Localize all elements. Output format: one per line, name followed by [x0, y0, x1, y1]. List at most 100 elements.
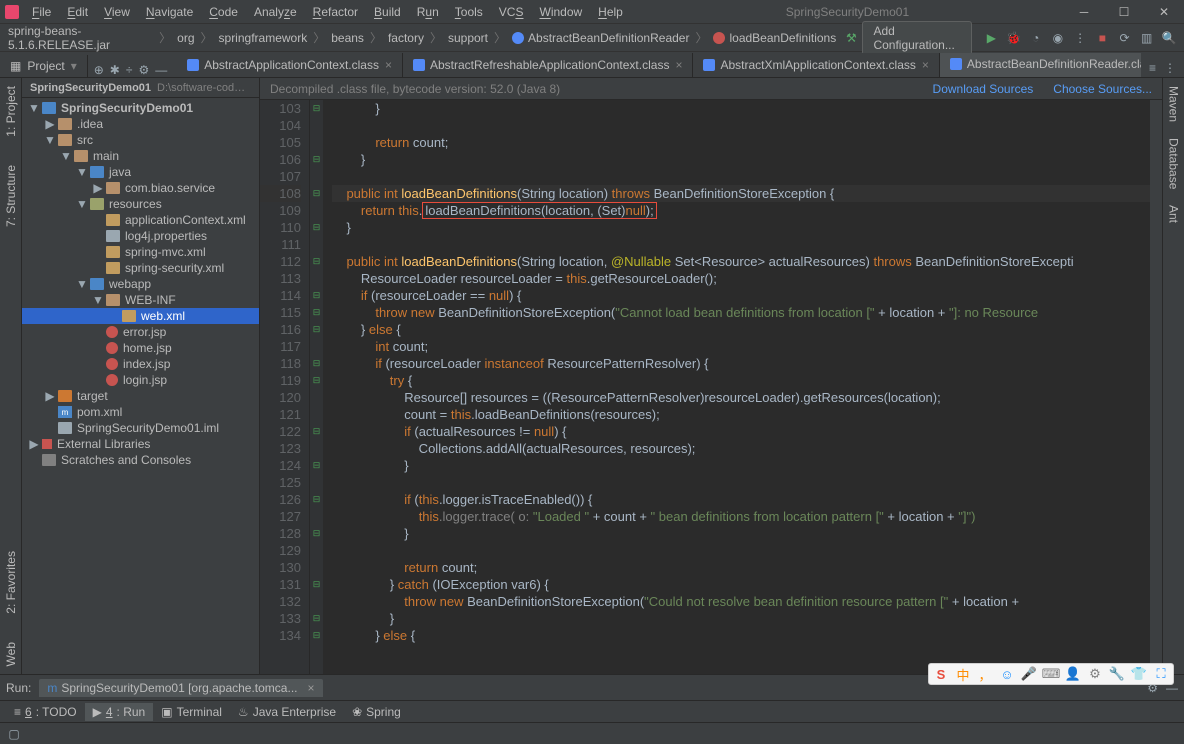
profiler-icon[interactable]: ◉ — [1049, 27, 1067, 49]
node-idea[interactable]: ▶.idea — [22, 116, 259, 132]
ime-emoji-icon[interactable]: ☺ — [999, 666, 1015, 682]
node-webapp[interactable]: ▼webapp — [22, 276, 259, 292]
close-button[interactable]: ✕ — [1144, 0, 1184, 24]
maximize-button[interactable]: ☐ — [1104, 0, 1144, 24]
menu-build[interactable]: Build — [366, 2, 409, 22]
menu-tools[interactable]: Tools — [447, 2, 491, 22]
foot-javaee[interactable]: ♨Java Enterprise — [230, 703, 344, 721]
menu-file[interactable]: File — [24, 2, 59, 22]
foot-run[interactable]: ▶4: Run — [85, 703, 154, 721]
node-java[interactable]: ▼java — [22, 164, 259, 180]
side-structure[interactable]: 7: Structure — [2, 157, 20, 235]
debug-icon[interactable]: 🐞 — [1004, 27, 1022, 49]
ime-keyboard-icon[interactable]: ⌨ — [1043, 666, 1059, 682]
side-favorites[interactable]: 2: Favorites — [2, 543, 20, 622]
ime-grid-icon[interactable]: ⛶ — [1153, 666, 1169, 682]
node-iml[interactable]: SpringSecurityDemo01.iml — [22, 420, 259, 436]
side-ant[interactable]: Ant — [1165, 197, 1183, 231]
node-indexjsp[interactable]: index.jsp — [22, 356, 259, 372]
stop-icon[interactable]: ■ — [1093, 27, 1111, 49]
run-icon[interactable]: ▶ — [982, 27, 1000, 49]
menu-edit[interactable]: Edit — [59, 2, 96, 22]
ime-skin-icon[interactable]: 👕 — [1131, 666, 1147, 682]
choose-sources-link[interactable]: Choose Sources... — [1053, 82, 1152, 96]
foot-spring[interactable]: ❀Spring — [344, 703, 409, 721]
menu-refactor[interactable]: Refactor — [305, 2, 366, 22]
build-hammer-icon[interactable]: ⚒ — [842, 27, 860, 49]
crumb-jar[interactable]: spring-beans-5.1.6.RELEASE.jar — [4, 24, 157, 52]
node-extlib[interactable]: ▶External Libraries — [22, 436, 259, 452]
close-run-tab-icon[interactable]: × — [307, 681, 314, 695]
tab-abstractbeandefinitionreader[interactable]: AbstractBeanDefinitionReader.class× — [940, 53, 1141, 77]
close-tab-icon[interactable]: × — [675, 58, 682, 72]
crumb-beans[interactable]: beans — [327, 31, 368, 45]
ime-punct-icon[interactable]: ， — [977, 666, 993, 682]
side-maven[interactable]: Maven — [1165, 78, 1183, 130]
crumb-method[interactable]: loadBeanDefinitions — [709, 31, 840, 45]
node-springsec[interactable]: spring-security.xml — [22, 260, 259, 276]
project-tool-label[interactable]: ▦ Project ▾ — [0, 55, 88, 77]
node-scratches[interactable]: Scratches and Consoles — [22, 452, 259, 468]
crumb-springframework[interactable]: springframework — [215, 31, 312, 45]
collapse-all-icon[interactable]: ÷ — [126, 63, 133, 77]
node-log4j[interactable]: log4j.properties — [22, 228, 259, 244]
coverage-icon[interactable]: ◔ — [1027, 27, 1045, 49]
crumb-support[interactable]: support — [444, 31, 492, 45]
node-package[interactable]: ▶com.biao.service — [22, 180, 259, 196]
foot-terminal[interactable]: ▣Terminal — [153, 703, 230, 721]
foot-todo[interactable]: ≡6: TODO — [6, 703, 85, 721]
tab-abstractxml[interactable]: AbstractXmlApplicationContext.class× — [693, 53, 939, 77]
select-opened-icon[interactable]: ⊕ — [94, 63, 104, 77]
status-tool-windows-icon[interactable]: ▢ — [4, 725, 24, 743]
node-homejsp[interactable]: home.jsp — [22, 340, 259, 356]
side-project[interactable]: 1: Project — [2, 78, 20, 145]
node-webinf[interactable]: ▼WEB-INF — [22, 292, 259, 308]
search-icon[interactable]: 🔍 — [1160, 27, 1178, 49]
node-target[interactable]: ▶target — [22, 388, 259, 404]
crumb-org[interactable]: org — [173, 31, 198, 45]
menu-view[interactable]: View — [96, 2, 138, 22]
show-all-tabs-icon[interactable]: ≡ — [1145, 59, 1160, 77]
ime-logo-icon[interactable]: S — [933, 666, 949, 682]
node-root[interactable]: ▼SpringSecurityDemo01 — [22, 100, 259, 116]
node-main[interactable]: ▼main — [22, 148, 259, 164]
menu-help[interactable]: Help — [590, 2, 631, 22]
crumb-factory[interactable]: factory — [384, 31, 428, 45]
node-errorjsp[interactable]: error.jsp — [22, 324, 259, 340]
ime-mic-icon[interactable]: 🎤 — [1021, 666, 1037, 682]
hide-icon[interactable]: — — [155, 63, 167, 77]
crumb-class[interactable]: AbstractBeanDefinitionReader — [508, 31, 693, 45]
run-tab[interactable]: m SpringSecurityDemo01 [org.apache.tomca… — [39, 679, 322, 697]
node-loginjsp[interactable]: login.jsp — [22, 372, 259, 388]
code-area[interactable]: } return count; } public int loadBeanDef… — [324, 100, 1150, 674]
minimize-button[interactable]: ─ — [1064, 0, 1104, 24]
menu-vcs[interactable]: VCS — [491, 2, 532, 22]
menu-window[interactable]: Window — [531, 2, 590, 22]
ime-user-icon[interactable]: 👤 — [1065, 666, 1081, 682]
project-structure-icon[interactable]: ▥ — [1138, 27, 1156, 49]
side-database[interactable]: Database — [1165, 130, 1183, 197]
node-pom[interactable]: mpom.xml — [22, 404, 259, 420]
close-tab-icon[interactable]: × — [922, 58, 929, 72]
close-tab-icon[interactable]: × — [385, 58, 392, 72]
ime-gear-icon[interactable]: ⚙ — [1087, 666, 1103, 682]
tab-abstractrefreshable[interactable]: AbstractRefreshableApplicationContext.cl… — [403, 53, 693, 77]
error-stripe[interactable] — [1150, 100, 1162, 674]
add-configuration-button[interactable]: Add Configuration... — [862, 21, 972, 55]
ime-toolbar[interactable]: S 中 ， ☺ 🎤 ⌨ 👤 ⚙ 🔧 👕 ⛶ — [928, 663, 1174, 685]
ime-lang-icon[interactable]: 中 — [955, 666, 971, 682]
menu-run[interactable]: Run — [409, 2, 447, 22]
update-icon[interactable]: ⟳ — [1115, 27, 1133, 49]
node-resources[interactable]: ▼resources — [22, 196, 259, 212]
code-editor[interactable]: 103104105106107108💡109110111112113114115… — [260, 100, 1162, 674]
node-springmvc[interactable]: spring-mvc.xml — [22, 244, 259, 260]
node-src[interactable]: ▼src — [22, 132, 259, 148]
ime-wrench-icon[interactable]: 🔧 — [1109, 666, 1125, 682]
side-web[interactable]: Web — [2, 634, 20, 674]
expand-all-icon[interactable]: ✱ — [110, 63, 120, 77]
node-appctx[interactable]: applicationContext.xml — [22, 212, 259, 228]
tab-more-icon[interactable]: ⋮ — [1160, 59, 1180, 77]
menu-code[interactable]: Code — [201, 2, 246, 22]
menu-navigate[interactable]: Navigate — [138, 2, 201, 22]
gear-icon[interactable]: ⚙ — [138, 63, 149, 77]
